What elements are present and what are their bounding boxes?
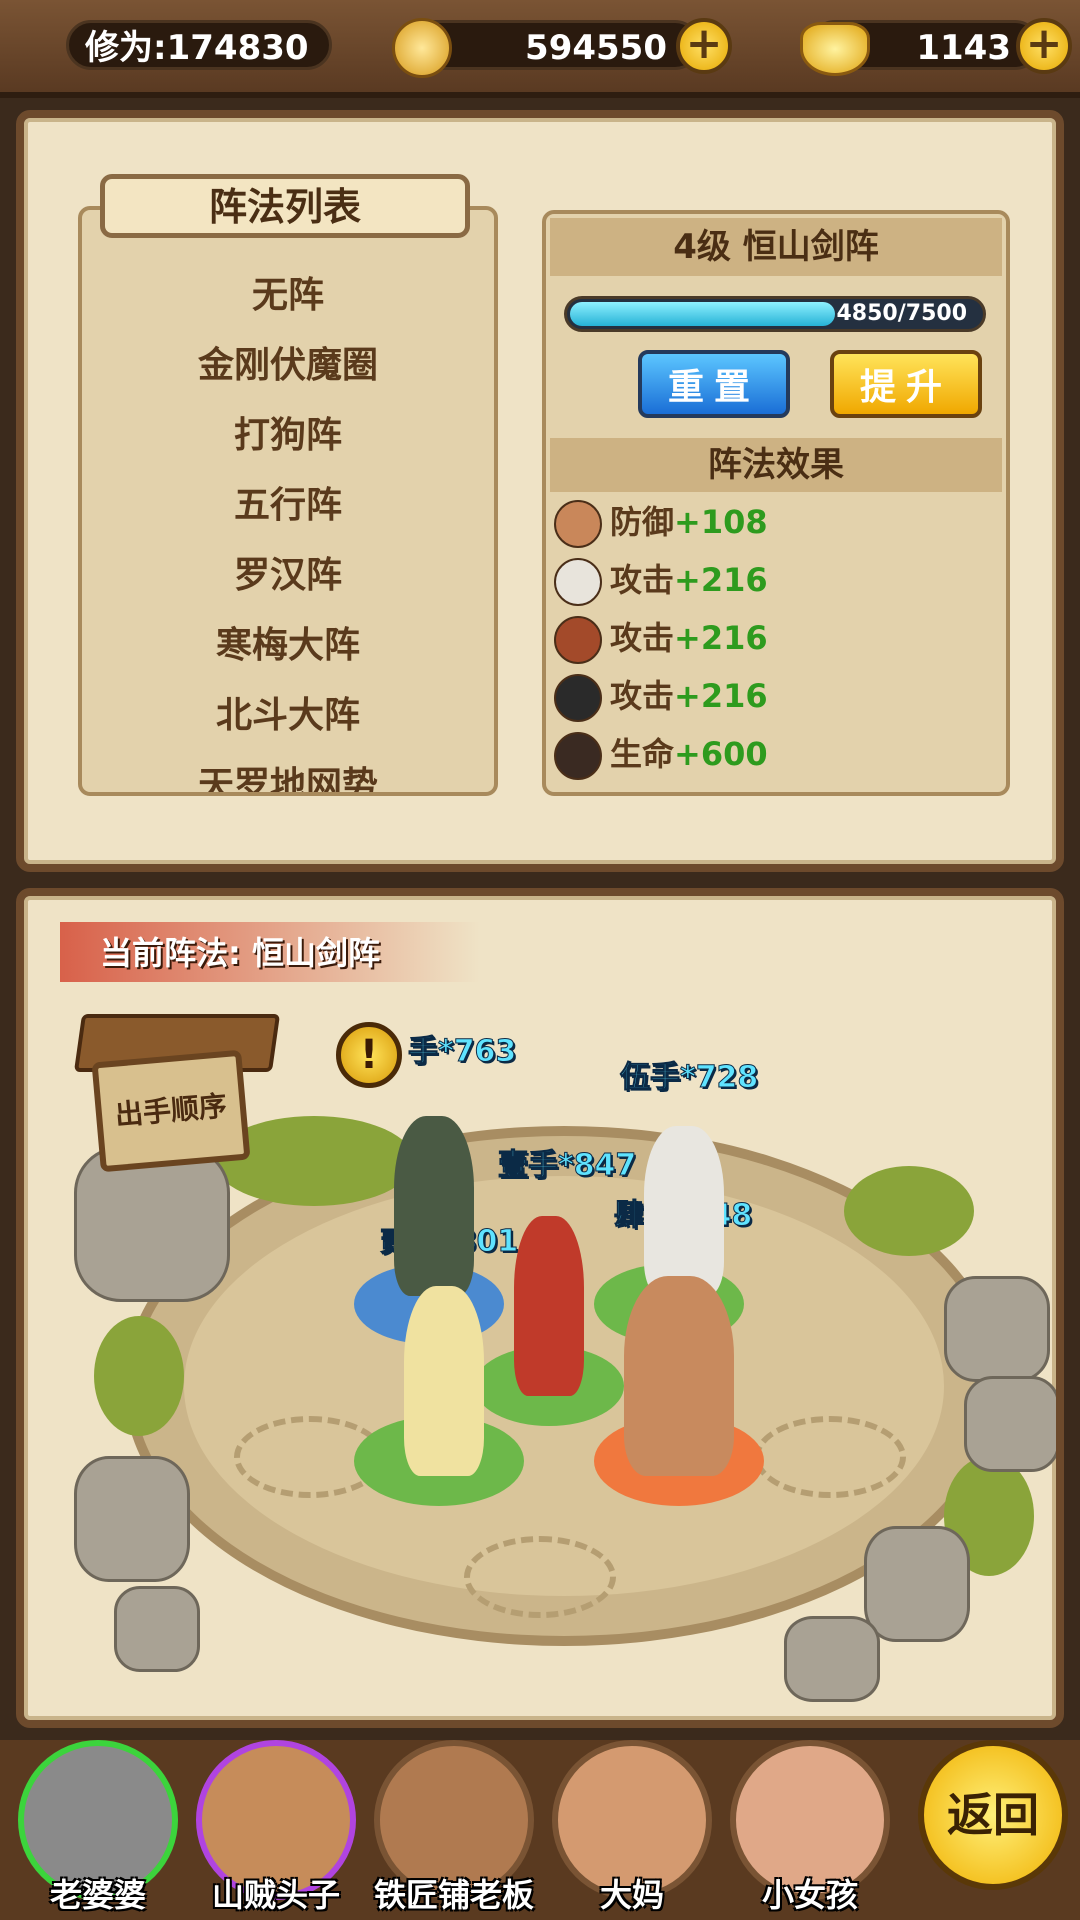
top-resource-bar: 修为:174830 594550 + 1143 + [0, 0, 1080, 98]
back-button-label: 返回 [947, 1788, 1039, 1842]
hero-avatar-icon [554, 500, 602, 548]
rock [964, 1376, 1056, 1472]
effect-stat: 生命 [610, 735, 675, 773]
coin-amount: 594550 [525, 28, 667, 68]
formation-item[interactable]: 无阵 [82, 266, 494, 318]
plus-icon: + [1025, 18, 1063, 69]
formation-list: 无阵 金刚伏魔圈 打狗阵 五行阵 罗汉阵 寒梅大阵 北斗大阵 天罗地网势 [78, 206, 498, 796]
effect-value: +600 [674, 735, 768, 773]
bagua-tile [464, 1536, 616, 1618]
hero-girl-red[interactable] [514, 1216, 584, 1396]
formation-item[interactable]: 罗汉阵 [82, 546, 494, 598]
exclamation-icon[interactable]: ! [336, 1022, 402, 1088]
order-label: 伍手*728 [619, 1060, 759, 1096]
rock [944, 1276, 1050, 1382]
formation-level-title: 4级 恒山剑阵 [550, 218, 1002, 276]
rock [864, 1526, 970, 1642]
formation-detail: 4级 恒山剑阵 4850/7500 重置 提升 阵法效果 防御+108 攻击+2… [542, 210, 1010, 796]
formation-item[interactable]: 天罗地网势 [82, 756, 494, 792]
rock [784, 1616, 880, 1702]
effect-row: 防御+108 [554, 496, 768, 548]
rock [74, 1146, 230, 1302]
gold-amount: 1143 [916, 28, 1011, 68]
hero-name: 小女孩 [761, 1876, 858, 1914]
hero-elder[interactable] [644, 1126, 724, 1296]
add-gold-button[interactable]: + [1016, 18, 1072, 74]
formation-item[interactable]: 金刚伏魔圈 [82, 336, 494, 388]
effect-value: +216 [674, 677, 768, 715]
effect-value: +108 [674, 503, 768, 541]
upgrade-button[interactable]: 提升 [830, 350, 982, 418]
formation-item[interactable]: 北斗大阵 [82, 686, 494, 738]
progress-fill [570, 302, 836, 326]
add-coins-button[interactable]: + [676, 18, 732, 74]
back-button[interactable]: 返回 [918, 1740, 1068, 1890]
battlefield-panel: 当前阵法: 恒山剑阵 出手顺序 ! 手*763 伍手*728 壹手*847 肆手… [16, 888, 1064, 1728]
gold-ingot-icon [800, 22, 870, 76]
order-label: 手*763 [407, 1034, 517, 1070]
formation-item[interactable]: 打狗阵 [82, 406, 494, 458]
effect-value: +216 [674, 619, 768, 657]
hero-name: 山贼头子 [211, 1876, 340, 1914]
effect-stat: 攻击 [610, 677, 675, 715]
formation-item[interactable]: 寒梅大阵 [82, 616, 494, 668]
hero-name: 老婆婆 [49, 1876, 146, 1914]
current-formation-label: 当前阵法: 恒山剑阵 [100, 934, 380, 972]
action-order-sign[interactable]: 出手顺序 [91, 1049, 251, 1173]
cultivation-display: 修为:174830 [66, 20, 332, 70]
effect-row: 攻击+216 [554, 670, 768, 722]
hero-avatar-icon [554, 732, 602, 780]
hero-swordsman[interactable] [394, 1116, 474, 1296]
hero-girl-yellow[interactable] [404, 1286, 484, 1476]
progress-text: 4850/7500 [836, 301, 968, 326]
current-formation-banner: 当前阵法: 恒山剑阵 [60, 922, 480, 982]
effects-title: 阵法效果 [550, 438, 1002, 492]
formation-item[interactable]: 五行阵 [82, 476, 494, 528]
effect-row: 攻击+216 [554, 612, 768, 664]
hero-monk[interactable] [624, 1276, 734, 1476]
reset-button[interactable]: 重置 [638, 350, 790, 418]
formation-list-title: 阵法列表 [100, 174, 470, 238]
bush [94, 1316, 184, 1436]
effect-row: 生命+600 [554, 728, 768, 780]
copper-coin-icon [392, 18, 452, 78]
cultivation-text: 修为:174830 [85, 28, 309, 68]
plus-icon: + [685, 18, 723, 69]
hero-avatar-icon [554, 558, 602, 606]
action-order-sign-text: 出手顺序 [113, 1089, 229, 1132]
hero-avatar-icon [554, 674, 602, 722]
effect-stat: 防御 [610, 503, 675, 541]
effect-row: 攻击+216 [554, 554, 768, 606]
order-label: 壹手*847 [497, 1148, 637, 1184]
hero-avatar-icon [554, 616, 602, 664]
effect-value: +216 [674, 561, 768, 599]
rock [114, 1586, 200, 1672]
hero-name: 铁匠铺老板 [373, 1876, 534, 1914]
formation-progress-bar: 4850/7500 [564, 296, 986, 332]
bagua-tile [754, 1416, 906, 1498]
formation-list-title-text: 阵法列表 [208, 185, 361, 229]
hero-name: 大妈 [599, 1876, 664, 1914]
effect-stat: 攻击 [610, 619, 675, 657]
bush [844, 1166, 974, 1256]
effect-stat: 攻击 [610, 561, 675, 599]
rock [74, 1456, 190, 1582]
